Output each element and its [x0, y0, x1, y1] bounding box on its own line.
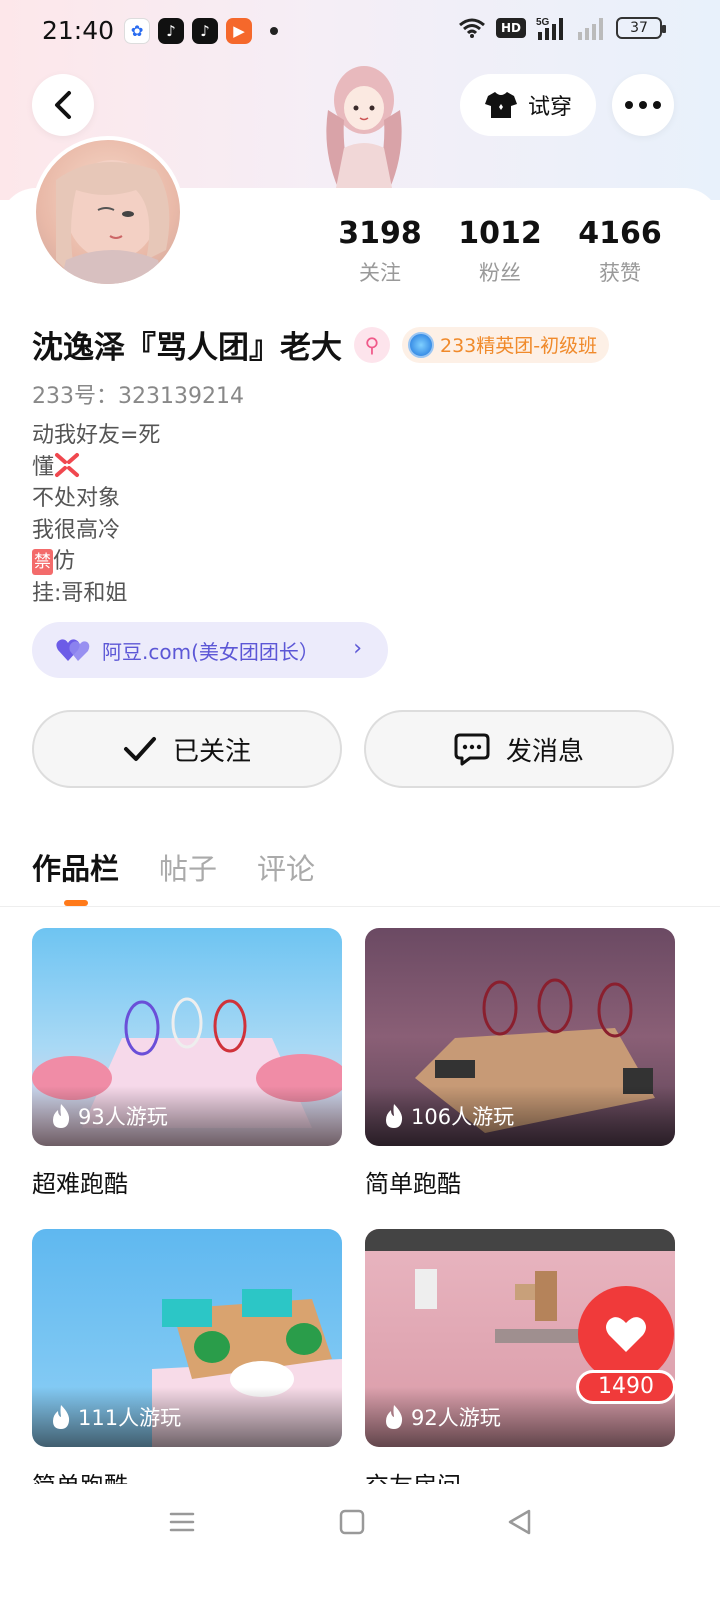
work-card[interactable]: 111人游玩	[32, 1229, 342, 1447]
family-tag-label: 阿豆.com(美女团团长）	[102, 639, 319, 664]
avatar[interactable]	[32, 136, 184, 288]
hd-icon: HD	[495, 18, 526, 38]
team-badge-icon	[408, 331, 434, 358]
play-count: 111人游玩	[32, 1387, 342, 1447]
flame-icon	[53, 1405, 70, 1429]
menu-icon[interactable]	[168, 1508, 196, 1536]
play-count-label: 111人游玩	[78, 1406, 182, 1430]
douyin-lite-icon: ♪	[192, 18, 218, 44]
play-count-label: 106人游玩	[411, 1105, 515, 1129]
tab-posts[interactable]: 帖子	[159, 846, 217, 888]
stat-likes[interactable]: 4166 获赞	[560, 216, 680, 287]
home-icon[interactable]	[338, 1508, 366, 1536]
team-badge-label: 233精英团-初级班	[440, 335, 598, 357]
following-label: 已关注	[172, 736, 251, 767]
bio-line: 我很高冷	[32, 517, 121, 543]
anger-icon	[55, 452, 80, 477]
more-notifications-dot	[270, 27, 278, 35]
baidu-icon: ✿	[124, 18, 150, 44]
stat-likes-value: 4166	[578, 216, 662, 251]
flame-icon	[386, 1104, 403, 1128]
message-button[interactable]: 发消息	[364, 710, 674, 788]
profile-name: 沈逸泽『骂人团』老大	[32, 330, 342, 366]
bio-line: 禁仿	[32, 549, 76, 575]
work-card[interactable]: 93人游玩	[32, 928, 342, 1146]
chevron-right-icon: ›	[353, 636, 362, 661]
flame-icon	[53, 1104, 70, 1128]
check-icon	[123, 737, 156, 761]
message-label: 发消息	[505, 736, 584, 767]
wifi-icon	[459, 18, 485, 38]
work-title[interactable]: 简单跑酷	[365, 1164, 461, 1199]
stat-following-label: 关注	[359, 261, 401, 285]
status-system-icons: HD 5G 37	[458, 16, 666, 40]
battery-indicator: 37	[616, 17, 666, 39]
tab-works[interactable]: 作品栏	[32, 846, 119, 888]
profile-stats: 3198 关注 1012 粉丝 4166 获赞	[320, 216, 680, 287]
flame-icon	[386, 1405, 403, 1429]
prohibited-icon: 禁	[32, 549, 53, 575]
stat-likes-label: 获赞	[599, 261, 641, 285]
stat-followers-value: 1012	[458, 216, 542, 251]
stat-followers-label: 粉丝	[479, 261, 521, 285]
bio-line: 懂	[32, 452, 160, 484]
play-count: 93人游玩	[32, 1086, 342, 1146]
douyin-icon: ♪	[158, 18, 184, 44]
work-title[interactable]: 超难跑酷	[32, 1164, 128, 1199]
family-tag[interactable]: 阿豆.com(美女团团长） ›	[32, 622, 388, 678]
back-icon	[55, 91, 71, 119]
try-on-label: 试穿	[527, 95, 572, 120]
heart-icon	[606, 1317, 646, 1352]
content-tabs: 作品栏 帖子 评论	[32, 846, 315, 888]
chat-icon	[454, 733, 490, 766]
bio-line: 不处对象	[32, 486, 121, 511]
signal-5g-label: 5G	[536, 17, 550, 28]
signal-5g-icon: 5G	[536, 17, 563, 40]
status-time: 21:40	[42, 16, 115, 45]
double-heart-icon	[56, 639, 90, 661]
more-button[interactable]	[612, 74, 674, 136]
gender-female-icon: ⚲	[354, 326, 390, 363]
like-circle	[578, 1286, 674, 1382]
more-icon	[625, 101, 661, 109]
play-count-label: 93人游玩	[78, 1105, 168, 1129]
like-button[interactable]: 1490	[576, 1286, 676, 1404]
back-button[interactable]	[32, 74, 94, 136]
try-on-button[interactable]: 试穿	[460, 74, 596, 136]
back-triangle-icon[interactable]	[506, 1508, 534, 1536]
tshirt-icon	[484, 92, 517, 118]
kuaishou-icon: ▶	[226, 18, 252, 44]
team-badge[interactable]: 233精英团-初级班	[402, 326, 610, 363]
play-count: 106人游玩	[365, 1086, 675, 1146]
like-count: 1490	[576, 1370, 676, 1404]
signal-2-icon	[578, 18, 603, 40]
bio-line: 挂:哥和姐	[32, 580, 128, 606]
avatar-character-image	[326, 66, 402, 188]
work-card[interactable]: 106人游玩	[365, 928, 675, 1146]
stat-followers[interactable]: 1012 粉丝	[440, 216, 560, 287]
stat-following-value: 3198	[338, 216, 422, 251]
following-button[interactable]: 已关注	[32, 710, 342, 788]
name-row: 沈逸泽『骂人团』老大 ⚲ 233精英团-初级班	[32, 322, 610, 367]
play-count-label: 92人游玩	[411, 1406, 501, 1430]
tabs-divider	[0, 906, 720, 907]
status-notification-icons: ✿ ♪ ♪ ▶	[124, 18, 278, 44]
bio: 动我好友=死 懂 不处对象 我很高冷 禁仿 挂:哥和姐	[32, 420, 160, 609]
stat-following[interactable]: 3198 关注	[320, 216, 440, 287]
user-id: 233号：323139214	[32, 384, 244, 409]
bio-line: 动我好友=死	[32, 423, 161, 448]
tab-comments[interactable]: 评论	[257, 846, 315, 888]
system-nav-bar	[0, 1484, 720, 1600]
status-bar: 21:40 ✿ ♪ ♪ ▶ HD 5G 37	[0, 0, 720, 64]
